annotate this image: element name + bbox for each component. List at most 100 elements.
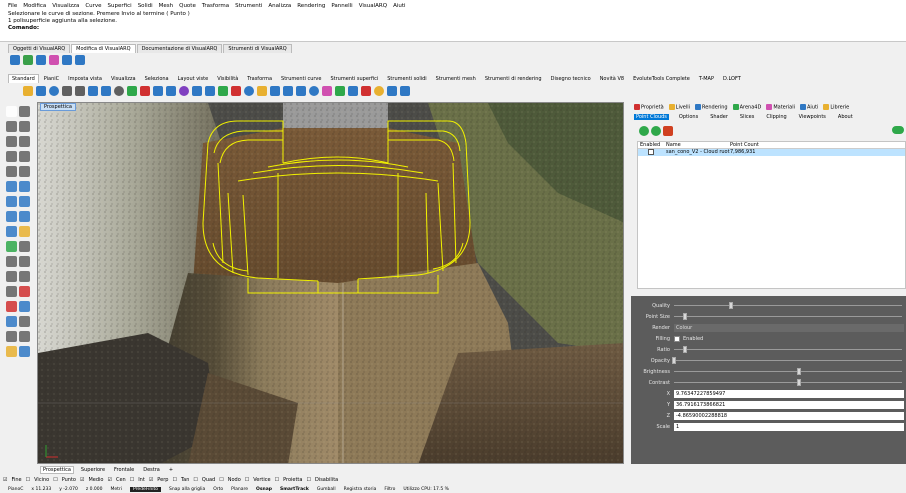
ratio-slider[interactable] (674, 346, 902, 353)
menu-modifica[interactable]: Modifica (23, 3, 46, 9)
panel-tab-3[interactable]: Arena4D (732, 103, 761, 110)
sphere-tool-icon[interactable] (6, 226, 17, 237)
revolve-icon[interactable] (6, 211, 17, 222)
menu-aiuti[interactable]: Aiuti (393, 3, 405, 9)
extrude-icon[interactable] (19, 181, 30, 192)
add-icon[interactable] (639, 126, 649, 136)
osnap-vertice[interactable]: ☐ Vertice (245, 477, 271, 483)
z-field[interactable]: -4.86590002288818 (674, 411, 904, 420)
menu-analizza[interactable]: Analizza (268, 3, 291, 9)
viewport-tab-frontale[interactable]: Frontale (112, 467, 136, 473)
polygon-icon[interactable] (19, 151, 30, 162)
status-toggle-2[interactable]: Planare (231, 487, 248, 492)
osnap-checkbox[interactable]: ☐ (130, 477, 134, 483)
scale-icon[interactable] (6, 271, 17, 282)
undo-icon[interactable] (114, 86, 124, 96)
menu-file[interactable]: File (8, 3, 17, 9)
cylinder-icon[interactable] (348, 86, 358, 96)
header-point-count[interactable]: Point Count (730, 142, 810, 148)
hatch-icon[interactable] (19, 331, 30, 342)
open-icon[interactable] (23, 86, 33, 96)
tab-main-7[interactable]: Trasforma (243, 74, 276, 83)
status-toggle-7[interactable]: Filtro (384, 487, 395, 492)
tab-visualarq-2[interactable]: Documentazione di VisualARQ (136, 44, 223, 53)
import-icon[interactable] (62, 86, 72, 96)
command-prompt[interactable]: Comando: (8, 25, 906, 32)
menu-rendering[interactable]: Rendering (297, 3, 325, 9)
osnap-proietta[interactable]: ☐ Proietta (275, 477, 303, 483)
zoom-window-icon[interactable] (153, 86, 163, 96)
row-enabled-checkbox[interactable] (638, 149, 666, 156)
panel-tab-4[interactable]: Materiali (766, 103, 795, 110)
beam-icon[interactable] (36, 55, 46, 65)
tab-main-1[interactable]: PianiC (40, 74, 63, 83)
analyze-icon[interactable] (6, 346, 17, 357)
osnap-icon[interactable] (283, 86, 293, 96)
cut-icon[interactable] (75, 86, 85, 96)
subtab-shader[interactable]: Shader (708, 114, 730, 120)
status-toggle-3[interactable]: Osnap (256, 487, 272, 492)
boolean-icon[interactable] (19, 226, 30, 237)
osnap-disabilita[interactable]: ☐ Disabilita (306, 477, 338, 483)
trim-icon[interactable] (6, 301, 17, 312)
osnap-int[interactable]: ☐ Int (130, 477, 145, 483)
quality-slider[interactable] (674, 302, 902, 309)
subtab-slices[interactable]: Slices (738, 114, 756, 120)
menu-mesh[interactable]: Mesh (159, 3, 173, 9)
viewport-title[interactable]: Prospettica (40, 103, 76, 111)
rotate-view-icon[interactable] (179, 86, 189, 96)
viewport-tab-superiore[interactable]: Superiore (79, 467, 107, 473)
render-select[interactable]: Colour (674, 323, 904, 332)
menu-visualizza[interactable]: Visualizza (52, 3, 79, 9)
tab-main-8[interactable]: Strumenti curve (277, 74, 325, 83)
header-name[interactable]: Name (666, 142, 730, 148)
panel-tab-5[interactable]: Aiuti (800, 103, 818, 110)
contrast-slider[interactable] (674, 379, 902, 386)
trash-icon[interactable] (663, 126, 673, 136)
rectangle-icon[interactable] (6, 151, 17, 162)
header-enabled[interactable]: Enabled (638, 142, 666, 148)
viewport-tab-destra[interactable]: Destra (141, 467, 162, 473)
history-icon[interactable] (309, 86, 319, 96)
polyline-icon[interactable] (19, 121, 30, 132)
status-toggle-6[interactable]: Registra storia (344, 487, 377, 492)
explode-icon[interactable] (6, 316, 17, 327)
table-row[interactable]: san_cono_V2 - Cloud ruotato 7,986,931 (638, 149, 905, 156)
menu-curve[interactable]: Curve (85, 3, 101, 9)
status-toggle-4[interactable]: SmartTrack (280, 487, 309, 492)
cone-icon[interactable] (361, 86, 371, 96)
tab-main-10[interactable]: Strumenti solidi (383, 74, 430, 83)
material-icon[interactable] (231, 86, 241, 96)
tab-main-12[interactable]: Strumenti di rendering (481, 74, 546, 83)
tab-main-6[interactable]: Visibilità (213, 74, 242, 83)
menu-superfici[interactable]: Superfici (108, 3, 132, 9)
select-arrow-icon[interactable] (6, 106, 17, 117)
osnap-checkbox[interactable]: ☐ (193, 477, 197, 483)
offset-icon[interactable] (19, 241, 30, 252)
tab-main-16[interactable]: T-MAP (695, 74, 718, 83)
split-icon[interactable] (19, 286, 30, 297)
subtab-viewpoints[interactable]: Viewpoints (797, 114, 828, 120)
sphere-icon[interactable] (322, 86, 332, 96)
osnap-nodo[interactable]: ☐ Nodo (219, 477, 241, 483)
render-icon[interactable] (244, 86, 254, 96)
osnap-medio[interactable]: ☑ Medio (80, 477, 104, 483)
tab-visualarq-3[interactable]: Strumenti di VisualARQ (223, 44, 292, 53)
ratio-knob[interactable] (683, 346, 688, 353)
move-icon[interactable] (6, 256, 17, 267)
layer-icon[interactable] (218, 86, 228, 96)
text-icon[interactable] (19, 316, 30, 327)
scale-field[interactable]: 1 (674, 422, 904, 431)
osnap-checkbox[interactable]: ☐ (306, 477, 310, 483)
osnap-fine[interactable]: ☑ Fine (3, 477, 22, 483)
osnap-checkbox[interactable]: ☑ (107, 477, 111, 483)
status-toggle-8[interactable]: Utilizzo CPU: 17.5 % (403, 487, 449, 492)
circle-icon[interactable] (19, 136, 30, 147)
array-icon[interactable] (6, 286, 17, 297)
box-icon[interactable] (335, 86, 345, 96)
remove-icon[interactable] (651, 126, 661, 136)
subtab-about[interactable]: About (836, 114, 855, 120)
perspective-viewport[interactable]: Prospettica (37, 102, 624, 464)
fillet-icon[interactable] (6, 241, 17, 252)
tab-main-15[interactable]: EvoluteTools Complete (629, 74, 694, 83)
